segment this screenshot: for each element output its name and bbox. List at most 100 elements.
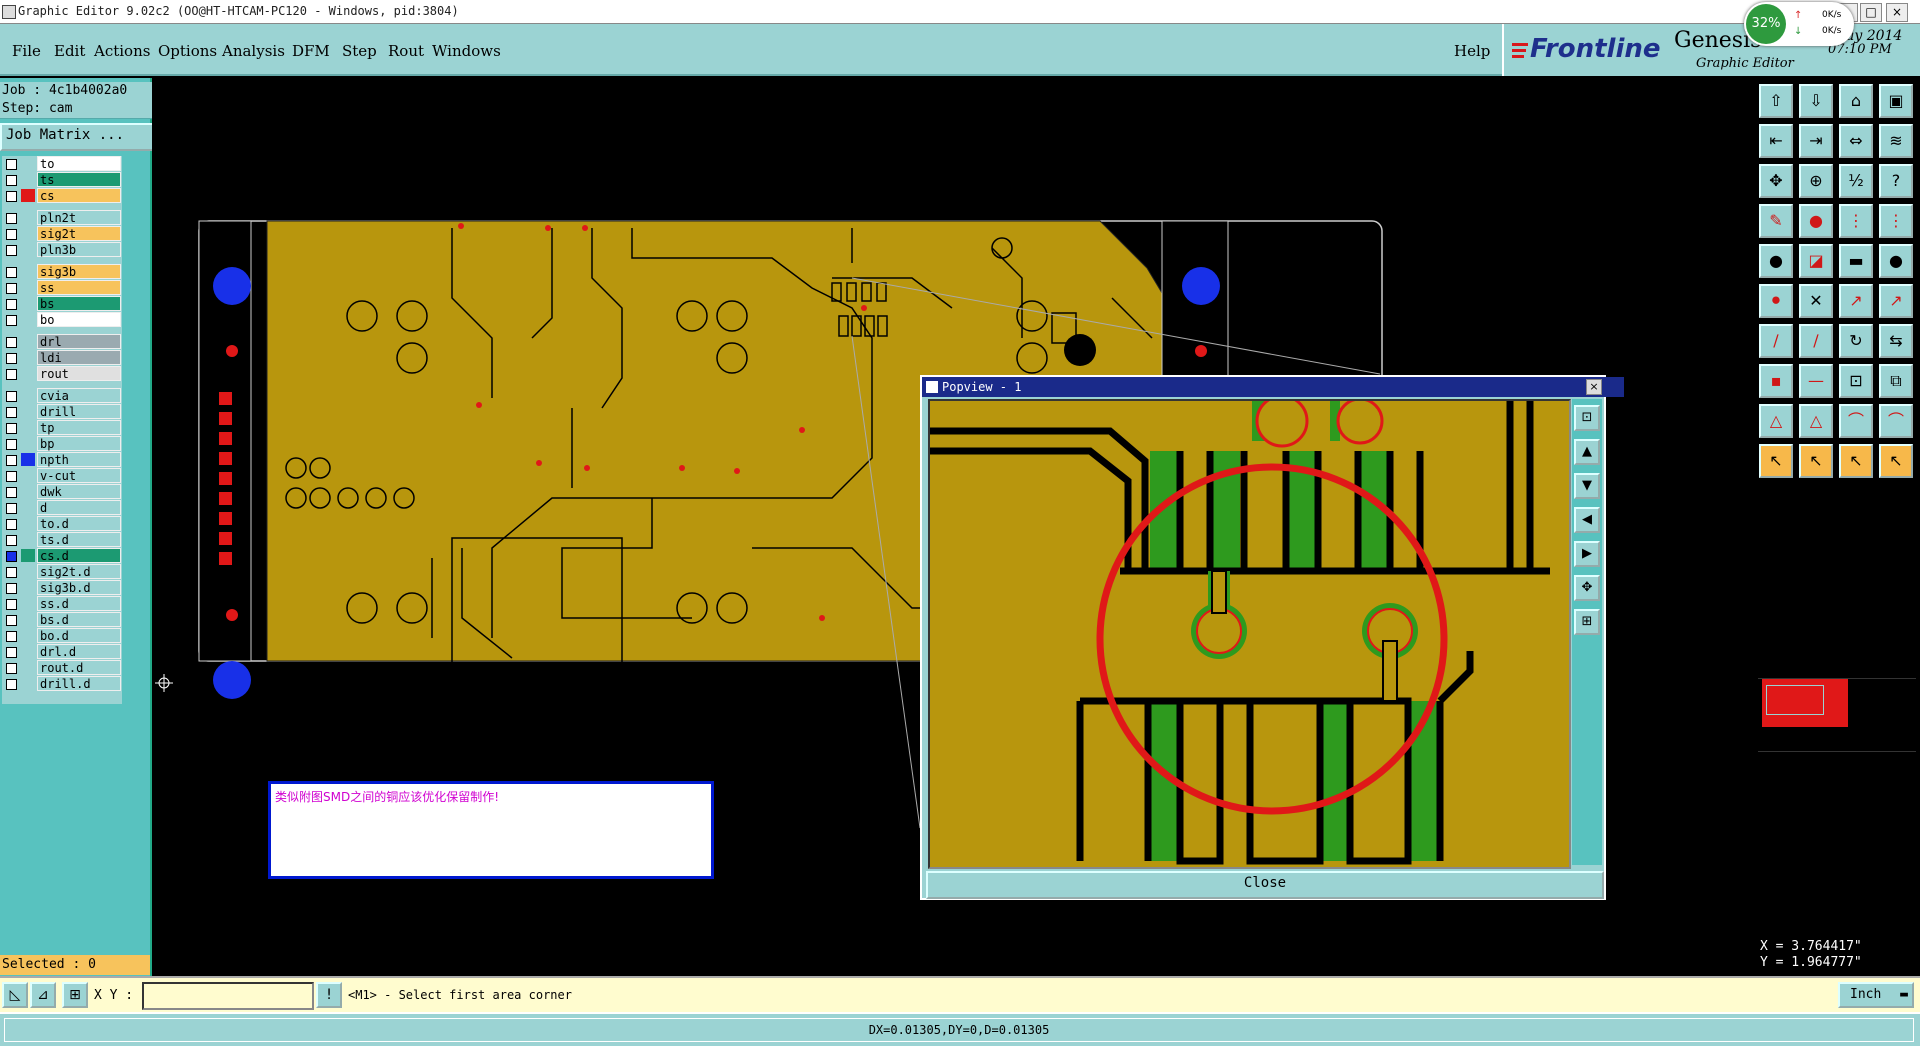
menu-step[interactable]: Step xyxy=(342,42,377,60)
layer-name[interactable]: npth xyxy=(37,452,121,467)
layer-name[interactable]: sig2t.d xyxy=(37,564,121,579)
net2-button[interactable]: ⋮ xyxy=(1879,204,1913,238)
layer-name[interactable]: v-cut xyxy=(37,468,121,483)
layer-row[interactable]: tp xyxy=(2,420,122,436)
drc-button[interactable]: ◪ xyxy=(1799,244,1833,278)
pointer-button[interactable]: ↖ xyxy=(1759,444,1793,478)
popview-tool-fit-icon[interactable]: ✥ xyxy=(1574,575,1600,601)
home-button[interactable]: ⌂ xyxy=(1839,84,1873,118)
layer-color-swatch[interactable] xyxy=(21,335,35,348)
layer-color-swatch[interactable] xyxy=(21,227,35,240)
layer-checkbox[interactable] xyxy=(6,503,17,514)
layer-name[interactable]: drl xyxy=(37,334,121,349)
layer-color-swatch[interactable] xyxy=(21,243,35,256)
slash-button[interactable]: ∕ xyxy=(1759,324,1793,358)
layer-row[interactable]: bo.d xyxy=(2,628,122,644)
layer-name[interactable]: ts.d xyxy=(37,532,121,547)
layer-color-swatch[interactable] xyxy=(21,405,35,418)
layer-color-swatch[interactable] xyxy=(21,313,35,326)
layer-name[interactable]: sig2t xyxy=(37,226,121,241)
popview-close-button[interactable]: Close xyxy=(926,871,1604,899)
layer-checkbox[interactable] xyxy=(6,519,17,530)
layer-name[interactable]: cvia xyxy=(37,388,121,403)
layer-row[interactable]: cs.d xyxy=(2,548,122,564)
add-cut-button[interactable]: ⧉ xyxy=(1879,364,1913,398)
layer-row[interactable]: sig3b.d xyxy=(2,580,122,596)
layer-name[interactable]: tp xyxy=(37,420,121,435)
pad-select-button[interactable]: ● xyxy=(1759,244,1793,278)
layer-color-swatch[interactable] xyxy=(21,351,35,364)
layer-name[interactable]: d xyxy=(37,500,121,515)
arch-button[interactable]: ⌒ xyxy=(1839,404,1873,438)
layer-checkbox[interactable] xyxy=(6,615,17,626)
layer-checkbox[interactable] xyxy=(6,599,17,610)
layer-checkbox[interactable] xyxy=(6,551,17,562)
layer-color-swatch[interactable] xyxy=(21,189,35,202)
layer-row[interactable]: drl xyxy=(2,334,122,350)
layer-row[interactable]: bs.d xyxy=(2,612,122,628)
layer-row[interactable]: to xyxy=(2,156,122,172)
menu-options[interactable]: Options xyxy=(158,42,217,60)
layer-color-swatch[interactable] xyxy=(21,211,35,224)
layer-row[interactable]: bo xyxy=(2,312,122,328)
layer-row[interactable]: bs xyxy=(2,296,122,312)
layer-color-swatch[interactable] xyxy=(21,173,35,186)
net-button[interactable]: ⋮ xyxy=(1839,204,1873,238)
layer-color-swatch[interactable] xyxy=(21,367,35,380)
flip-button[interactable]: ⇆ xyxy=(1879,324,1913,358)
arc-button[interactable]: ↻ xyxy=(1839,324,1873,358)
layer-color-swatch[interactable] xyxy=(21,437,35,450)
layer-color-swatch[interactable] xyxy=(21,565,35,578)
layer-checkbox[interactable] xyxy=(6,315,17,326)
layer-row[interactable]: cvia xyxy=(2,388,122,404)
select-button[interactable]: ↖ xyxy=(1799,444,1833,478)
job-matrix-button[interactable]: Job Matrix ... xyxy=(0,123,158,151)
layer-color-swatch[interactable] xyxy=(21,501,35,514)
scale-button[interactable]: ½ xyxy=(1839,164,1873,198)
layer-row[interactable]: sig2t xyxy=(2,226,122,242)
zoom-button[interactable]: ⊕ xyxy=(1799,164,1833,198)
xy-input[interactable] xyxy=(142,982,314,1010)
move-select-button[interactable]: ↖ xyxy=(1879,444,1913,478)
layer-checkbox[interactable] xyxy=(6,535,17,546)
connect2-button[interactable]: ↗ xyxy=(1879,284,1913,318)
rotate-select-button[interactable]: ↖ xyxy=(1839,444,1873,478)
layer-color-swatch[interactable] xyxy=(21,157,35,170)
menu-rout[interactable]: Rout xyxy=(388,42,424,60)
layer-color-swatch[interactable] xyxy=(21,453,35,466)
menu-analysis[interactable]: Analysis xyxy=(222,42,285,60)
popview-tool-down-icon[interactable]: ▼ xyxy=(1574,473,1600,499)
layer-checkbox[interactable] xyxy=(6,567,17,578)
layer-name[interactable]: sig3b xyxy=(37,264,121,279)
layer-name[interactable]: bs.d xyxy=(37,612,121,627)
layer-row[interactable]: cs xyxy=(2,188,122,204)
layer-color-swatch[interactable] xyxy=(21,517,35,530)
layer-checkbox[interactable] xyxy=(6,487,17,498)
layer-row[interactable]: ldi xyxy=(2,350,122,366)
layer-color-swatch[interactable] xyxy=(21,613,35,626)
layer-color-swatch[interactable] xyxy=(21,677,35,690)
popview-tool-right-icon[interactable]: ▶ xyxy=(1574,541,1600,567)
layer-row[interactable]: ss.d xyxy=(2,596,122,612)
alert-button[interactable]: ! xyxy=(316,982,342,1008)
layer-checkbox[interactable] xyxy=(6,299,17,310)
popview-tool-up-icon[interactable]: ▲ xyxy=(1574,439,1600,465)
menu-file[interactable]: File xyxy=(12,42,41,60)
add-pad-button[interactable]: ▪ xyxy=(1759,364,1793,398)
menu-dfm[interactable]: DFM xyxy=(292,42,330,60)
layer-row[interactable]: pln3b xyxy=(2,242,122,258)
mini-map[interactable] xyxy=(1758,678,1916,752)
layer-color-swatch[interactable] xyxy=(21,645,35,658)
save-button[interactable]: ⇩ xyxy=(1799,84,1833,118)
layer-name[interactable]: rout xyxy=(37,366,121,381)
layer-name[interactable]: pln2t xyxy=(37,210,121,225)
layer-row[interactable]: sig3b xyxy=(2,264,122,280)
menu-actions[interactable]: Actions xyxy=(94,42,150,60)
pan-right-button[interactable]: ⇥ xyxy=(1799,124,1833,158)
layer-checkbox[interactable] xyxy=(6,159,17,170)
window-button[interactable]: ▣ xyxy=(1879,84,1913,118)
node-button[interactable]: ⚫ xyxy=(1759,284,1793,318)
layer-row[interactable]: ts.d xyxy=(2,532,122,548)
help-button[interactable]: ? xyxy=(1879,164,1913,198)
popview-tool-left-icon[interactable]: ◀ xyxy=(1574,507,1600,533)
